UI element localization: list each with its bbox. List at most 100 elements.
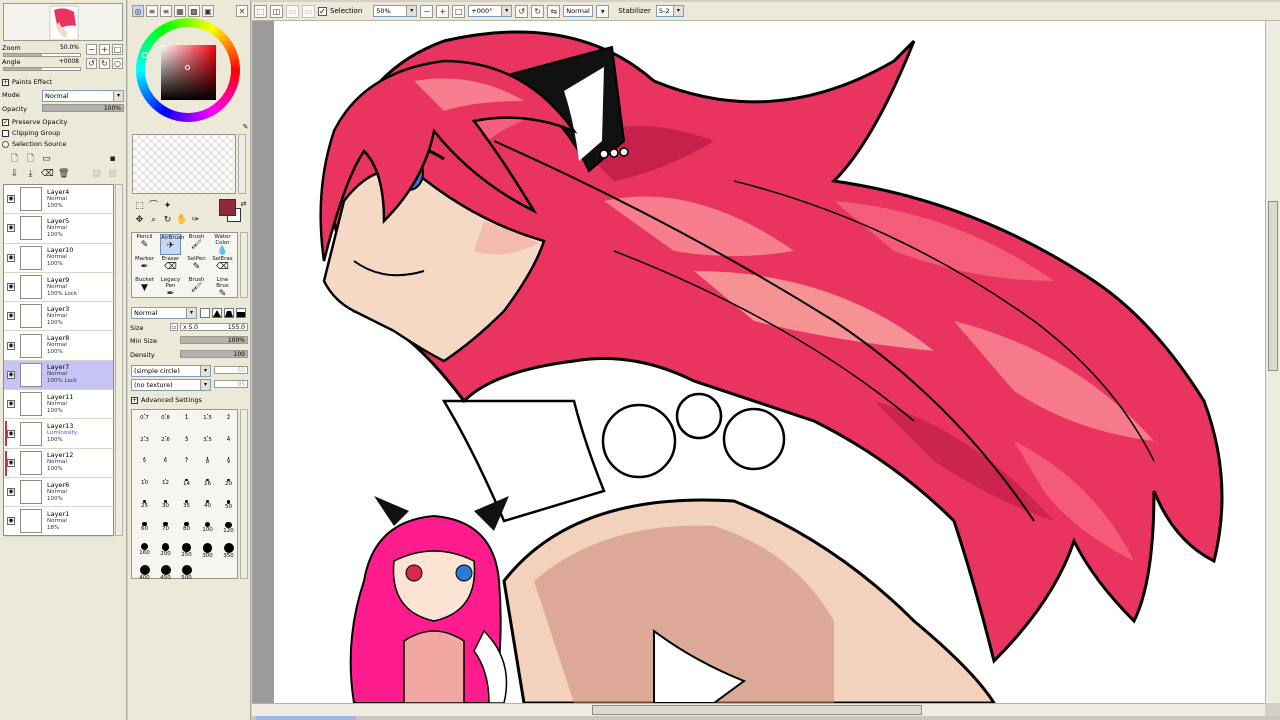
brush-blend-select[interactable]: Normal ▾ bbox=[131, 307, 197, 319]
eye-icon[interactable]: ◉ bbox=[7, 195, 15, 204]
eye-icon[interactable]: ◉ bbox=[7, 517, 15, 526]
brush-size-cell[interactable]: 3.5 bbox=[197, 433, 218, 454]
eye-icon[interactable]: ◉ bbox=[7, 370, 15, 379]
layer-row[interactable]: ◉ Layer9 Normal 100% Lock bbox=[4, 273, 113, 303]
brush-bucket[interactable]: Bucket ▼ bbox=[134, 277, 155, 298]
hue-marker[interactable] bbox=[142, 52, 148, 58]
brush-size-cell[interactable]: 500 bbox=[176, 562, 197, 583]
brush-shape-select[interactable]: (simple circle) ▾ bbox=[131, 365, 211, 377]
canvas-horizontal-scrollbar[interactable] bbox=[252, 703, 1265, 716]
new-layer-icon[interactable]: 🗋 bbox=[9, 154, 20, 165]
layer-row[interactable]: ◉ Layer1 Normal 18% bbox=[4, 507, 113, 537]
brush-size-cell[interactable]: 10 bbox=[134, 476, 155, 497]
brush-size-cell[interactable]: 300 bbox=[197, 540, 218, 561]
brush-size-cell[interactable]: 35 bbox=[176, 497, 197, 518]
brush-size-cell[interactable]: 1.5 bbox=[197, 411, 218, 432]
rotate-reset-button[interactable]: ○ bbox=[112, 58, 123, 69]
blend-mode-dropdown-icon[interactable]: ▾ bbox=[596, 4, 610, 18]
layer-row[interactable]: ◉ Layer13 Luminosity 100% bbox=[4, 419, 113, 449]
canvas-viewport[interactable] bbox=[252, 21, 1265, 703]
rotate-left-icon[interactable]: ↺ bbox=[515, 4, 529, 18]
brush-line-brush[interactable]: Line Brus ✎ bbox=[212, 277, 233, 299]
brush-size-cell[interactable]: 30 bbox=[155, 497, 176, 518]
brush-shape-amount[interactable]: 50 bbox=[214, 366, 248, 374]
brush-eraser[interactable]: Eraser ⌫ bbox=[160, 256, 181, 277]
preserve-opacity-row[interactable]: ✓ Preserve Opacity bbox=[2, 118, 67, 126]
deselect-icon[interactable]: ⬚ bbox=[254, 4, 267, 18]
brush-airbrush[interactable]: AirBrush ✈ bbox=[160, 234, 184, 255]
layer-row[interactable]: ◉ Layer8 Normal 100% bbox=[4, 331, 113, 361]
brush-grid-scrollbar[interactable] bbox=[240, 232, 248, 298]
brush-size-cell[interactable]: 160 bbox=[134, 540, 155, 561]
selection-source-row[interactable]: Selection Source bbox=[2, 140, 66, 148]
brush-marker[interactable]: Marker ✒ bbox=[134, 256, 155, 277]
lasso-icon[interactable]: ⌒ bbox=[148, 201, 159, 212]
brush-size-cell[interactable]: 14 bbox=[176, 476, 197, 497]
preserve-opacity-checkbox[interactable]: ✓ bbox=[2, 118, 9, 126]
brush-size-cell[interactable]: 60 bbox=[134, 519, 155, 540]
layer-row[interactable]: ◉ Layer11 Normal 100% bbox=[4, 390, 113, 420]
eye-icon[interactable]: ◉ bbox=[7, 400, 15, 409]
brush-size-cell[interactable]: 2.3 bbox=[134, 433, 155, 454]
new-linework-layer-icon[interactable]: 🗋 bbox=[25, 154, 36, 165]
selection-source-radio[interactable] bbox=[2, 140, 9, 148]
size-lock-icon[interactable]: ▫ bbox=[170, 323, 178, 331]
brush-size-cell[interactable]: 40 bbox=[197, 497, 218, 518]
angle-slider[interactable] bbox=[3, 67, 81, 71]
brush-size-cell[interactable]: 350 bbox=[218, 540, 239, 561]
brush-pencil[interactable]: Pencil ✎ bbox=[134, 234, 155, 255]
horizontal-scroll-thumb[interactable] bbox=[592, 705, 922, 715]
tip-hard-icon[interactable] bbox=[200, 308, 210, 318]
min-size-slider[interactable]: 100% bbox=[180, 336, 248, 344]
zoom-slider[interactable] bbox=[3, 53, 81, 57]
paints-effect-header[interactable]: + Paints Effect bbox=[2, 78, 52, 86]
layer-row[interactable]: ◉ Layer7 Normal 100% Lock bbox=[4, 360, 113, 391]
brush-size-cell[interactable]: 2 bbox=[218, 411, 239, 432]
delete-layer-icon[interactable]: 🗑 bbox=[58, 169, 69, 180]
scratchpad[interactable] bbox=[132, 134, 236, 194]
eye-icon[interactable]: ◉ bbox=[7, 458, 15, 467]
brush-size-grid[interactable]: 0.7 0.8 1 1.5 2 2.3 2.6 3 3.5 4 5 6 7 8 9 10 12 14 16 20 25 3… bbox=[131, 409, 239, 581]
eye-icon[interactable]: ◉ bbox=[7, 253, 15, 262]
clipping-group-checkbox[interactable] bbox=[2, 129, 9, 137]
rotate-icon[interactable]: ↻ bbox=[162, 215, 173, 226]
brush-texture-amount[interactable]: 95 bbox=[214, 380, 248, 388]
navigator-thumbnail[interactable] bbox=[3, 3, 123, 41]
layer-row[interactable]: ◉ Layer10 Normal 100% bbox=[4, 244, 113, 273]
brush-size-cell[interactable]: 5 bbox=[134, 454, 155, 475]
tip-medium-icon[interactable] bbox=[212, 308, 222, 318]
eye-icon[interactable]: ◉ bbox=[7, 341, 15, 350]
tip-flat-icon[interactable] bbox=[236, 308, 246, 318]
swap-colors-icon[interactable]: ⇄ bbox=[238, 199, 249, 210]
paints-effect-toggle[interactable]: + bbox=[2, 78, 9, 86]
panel-options-icon[interactable]: ▪ bbox=[107, 154, 118, 165]
flip-horizontal-icon[interactable]: ⇋ bbox=[547, 4, 561, 18]
advanced-settings-toggle[interactable]: + bbox=[131, 396, 138, 404]
rgb-slider-tab-icon[interactable]: ≡ bbox=[146, 5, 158, 17]
layer-list-scrollbar[interactable] bbox=[115, 184, 123, 536]
eye-icon[interactable]: ◉ bbox=[7, 312, 15, 321]
brush-size-cell[interactable]: 12 bbox=[155, 476, 176, 497]
zoom-in-icon[interactable]: + bbox=[436, 4, 450, 18]
advanced-settings-header[interactable]: + Advanced Settings bbox=[131, 396, 202, 404]
brush-size-cell[interactable]: 80 bbox=[176, 519, 197, 540]
tip-soft-icon[interactable] bbox=[224, 308, 234, 318]
eye-icon[interactable]: ◉ bbox=[7, 224, 15, 233]
brush-size-cell[interactable]: 50 bbox=[218, 497, 239, 518]
brush-size-cell[interactable]: 70 bbox=[155, 519, 176, 540]
clipping-group-row[interactable]: Clipping Group bbox=[2, 129, 60, 137]
brush-size-cell[interactable]: 1 bbox=[176, 411, 197, 432]
brush-size-cell[interactable]: 100 bbox=[197, 519, 218, 540]
canvas[interactable] bbox=[274, 21, 1265, 703]
scratchpad-scrollbar[interactable] bbox=[238, 134, 246, 194]
brush-size-cell[interactable]: 20 bbox=[218, 476, 239, 497]
brush-brush[interactable]: Brush 🖌 bbox=[186, 277, 207, 298]
layer-row[interactable]: ◉ Layer5 Normal 100% bbox=[4, 214, 113, 244]
document-tab[interactable] bbox=[256, 716, 356, 720]
layer-row[interactable]: ◉ Layer3 Normal 100% bbox=[4, 302, 113, 332]
foreground-color-swatch[interactable] bbox=[219, 199, 236, 216]
hand-icon[interactable]: ✋ bbox=[176, 215, 187, 226]
brush-size-cell[interactable]: 16 bbox=[197, 476, 218, 497]
zoom-icon[interactable]: ⌕ bbox=[148, 215, 159, 226]
palette-tab-icon[interactable]: ▦ bbox=[174, 5, 186, 17]
